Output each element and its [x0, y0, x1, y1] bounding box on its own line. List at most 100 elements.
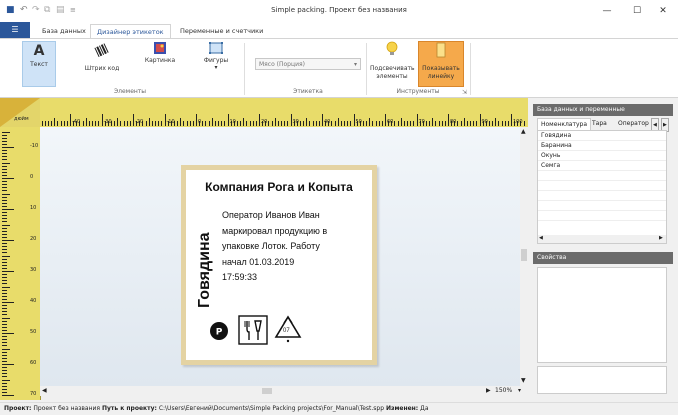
list-item[interactable]: Говядина — [538, 131, 666, 141]
zoom-dropdown-icon[interactable]: ▾ — [518, 387, 521, 394]
list-item — [538, 181, 666, 191]
ruler-tick — [148, 118, 150, 126]
rst-certification-icon[interactable]: Р — [208, 320, 230, 342]
highlight-elements-button[interactable]: Подсвечивать элементы — [370, 41, 415, 87]
ruler-tick — [126, 121, 128, 126]
list-item[interactable]: Окунь — [538, 151, 666, 161]
ruler-label: 80 — [450, 119, 457, 125]
zoom-level[interactable]: 150% — [495, 387, 512, 394]
ruler-tick — [2, 388, 7, 390]
ruler-tick — [92, 121, 94, 126]
ruler-tick — [2, 215, 7, 217]
ruler-label: -30 — [103, 119, 112, 125]
ruler-tick — [2, 199, 7, 201]
tab-database[interactable]: База данных — [36, 24, 92, 38]
horizontal-scrollbar[interactable]: ◀ ▶ 150% ▾ — [40, 386, 528, 396]
ruler-tick — [2, 181, 7, 183]
ruler-tick — [2, 165, 7, 167]
ruler-tick — [507, 121, 509, 126]
ruler-tick — [2, 289, 7, 291]
properties-box[interactable] — [537, 267, 667, 363]
scroll-left-icon[interactable]: ◀ — [42, 387, 47, 394]
close-button[interactable]: ✕ — [648, 3, 678, 19]
list-scroll-right-icon[interactable]: ▶ — [659, 235, 663, 241]
ruler-tick — [2, 305, 7, 307]
ruler-label: 10 — [30, 205, 37, 211]
list-item[interactable]: Баранина — [538, 141, 666, 151]
ruler-tick — [214, 121, 216, 126]
label-sheet[interactable]: Компания Рога и Копыта Оператор Иванов И… — [186, 170, 372, 360]
tab-operator[interactable]: Оператор — [615, 118, 652, 130]
zoom-right-icon[interactable]: ▶ — [486, 387, 491, 394]
right-panel: База данных и переменные Номенклатура Та… — [533, 100, 673, 398]
list-scroll-left-icon[interactable]: ◀ — [539, 235, 543, 241]
vertical-scrollbar[interactable]: ▲ ▼ — [520, 127, 528, 386]
tab-variables-counters[interactable]: Переменные и счетчики — [174, 24, 269, 38]
ruler-corner[interactable]: дюйм — [0, 98, 40, 127]
horizontal-scroll-thumb[interactable] — [262, 388, 272, 394]
shapes-dropdown-icon[interactable]: ▾ — [196, 64, 236, 71]
ruler-tick — [2, 326, 7, 328]
ruler-tick — [2, 243, 7, 245]
file-menu-button[interactable]: ☰ — [0, 22, 30, 38]
tools-group-label: Инструменты — [396, 88, 440, 95]
ruler-tick — [385, 114, 386, 126]
ruler-tick — [2, 230, 7, 232]
title-bar: ■ ↶ ↷ ⧉ ▤ ≡ Simple packing. Проект без н… — [0, 0, 678, 23]
ruler-tick — [2, 236, 7, 238]
tab-label-designer[interactable]: Дизайнер этикеток — [90, 24, 171, 39]
list-item[interactable]: Семга — [538, 161, 666, 171]
ruler-tick — [403, 121, 405, 126]
ruler-tick — [155, 121, 157, 126]
ruler-tick — [2, 357, 7, 359]
ruler-tick — [407, 121, 409, 126]
ruler-label: 60 — [387, 119, 394, 125]
ruler-tick — [2, 292, 7, 294]
ruler-label: 40 — [30, 298, 37, 304]
barcode-tool-button[interactable]: Штрих код — [80, 43, 124, 87]
scroll-down-icon[interactable]: ▼ — [521, 377, 526, 384]
label-body-text[interactable]: Оператор Иванов Иван маркировал продукци… — [222, 208, 370, 286]
group-divider — [470, 43, 471, 95]
ruler-tick — [2, 339, 7, 341]
group-launcher-icon[interactable]: ⇲ — [462, 89, 467, 96]
path-label: Путь к проекту: — [101, 405, 157, 412]
shapes-tool-button[interactable]: Фигуры ▾ — [196, 41, 236, 87]
scroll-up-icon[interactable]: ▲ — [521, 128, 526, 135]
ruler-tick — [2, 134, 7, 136]
ruler-tick — [2, 212, 7, 214]
ruler-tick — [400, 118, 402, 126]
ruler-tick — [495, 118, 497, 126]
ruler-label: 10 — [229, 119, 236, 125]
picture-tool-label: Картинка — [144, 57, 176, 64]
ruler-label: 100 — [513, 119, 523, 125]
ruler-tick — [2, 283, 7, 285]
show-ruler-button[interactable]: Показывать линейку — [418, 41, 464, 87]
ruler-tick — [277, 121, 279, 126]
ruler-tick — [2, 264, 7, 266]
label-template-select[interactable]: Мясо (Порция) ▾ — [255, 58, 361, 70]
ruler-tick — [488, 121, 490, 126]
vertical-scroll-thumb[interactable] — [521, 249, 527, 261]
ruler-tick — [70, 114, 71, 126]
company-name-text[interactable]: Компания Рога и Копыта — [186, 180, 372, 194]
text-tool-button[interactable]: A Текст — [22, 41, 56, 87]
ruler-tick — [51, 121, 53, 126]
ruler-tick — [2, 323, 7, 325]
ruler-tick — [259, 114, 260, 126]
list-horizontal-scrollbar[interactable]: ◀ ▶ — [538, 235, 666, 243]
minimize-button[interactable]: — — [592, 3, 622, 19]
ruler-tick — [2, 274, 7, 276]
product-name-vertical[interactable]: Говядина — [196, 232, 214, 308]
tab-container[interactable]: Тара — [589, 118, 610, 130]
food-safe-icon[interactable] — [238, 315, 268, 345]
ruler-tick — [2, 382, 7, 384]
ruler-tick — [432, 118, 434, 126]
ruler-icon — [436, 42, 446, 58]
group-divider — [244, 43, 245, 95]
barcode-tool-label: Штрих код — [84, 65, 120, 72]
ruler-tick — [463, 118, 465, 126]
picture-tool-button[interactable]: Картинка — [138, 41, 182, 85]
ruler-tick — [492, 121, 494, 126]
ruler-tick — [2, 317, 10, 319]
